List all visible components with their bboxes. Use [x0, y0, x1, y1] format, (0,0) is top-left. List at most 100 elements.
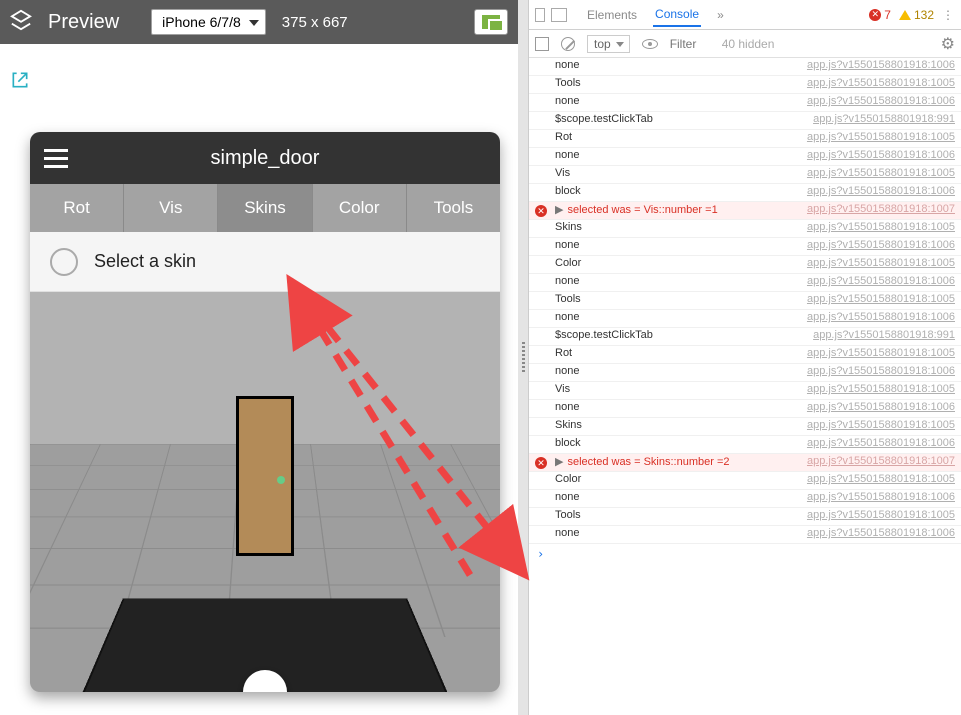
- source-link[interactable]: app.js?v1550158801918:1006: [807, 185, 955, 197]
- source-link[interactable]: app.js?v1550158801918:1005: [807, 77, 955, 89]
- console-prompt[interactable]: ›: [529, 544, 961, 564]
- source-link[interactable]: app.js?v1550158801918:1006: [807, 437, 955, 449]
- eye-icon[interactable]: [642, 39, 658, 49]
- filter-input[interactable]: [670, 37, 710, 51]
- console-row: noneapp.js?v1550158801918:1006: [529, 274, 961, 292]
- scene-3d[interactable]: [30, 292, 500, 692]
- tab-rot[interactable]: Rot: [30, 184, 124, 232]
- error-icon: ✕: [535, 205, 547, 217]
- preview-pane: Preview iPhone 6/7/8 375 x 667 simple_do…: [0, 0, 518, 715]
- source-link[interactable]: app.js?v1550158801918:1006: [807, 311, 955, 323]
- skin-row[interactable]: Select a skin: [30, 232, 500, 292]
- hidden-count: 40 hidden: [722, 37, 775, 51]
- console-row: Rotapp.js?v1550158801918:1005: [529, 346, 961, 364]
- device-toggle-icon[interactable]: [535, 8, 567, 22]
- tab-skins[interactable]: Skins: [218, 184, 312, 232]
- clone-button[interactable]: [474, 9, 508, 35]
- app-titlebar: simple_door: [30, 132, 500, 184]
- device-selector: iPhone 6/7/8 375 x 667: [151, 9, 348, 35]
- source-link[interactable]: app.js?v1550158801918:1005: [807, 383, 955, 395]
- context-dropdown[interactable]: top: [587, 35, 630, 53]
- radio-icon[interactable]: [50, 248, 78, 276]
- source-link[interactable]: app.js?v1550158801918:1007: [807, 203, 955, 215]
- source-link[interactable]: app.js?v1550158801918:1005: [807, 293, 955, 305]
- tab-vis[interactable]: Vis: [124, 184, 218, 232]
- tab-bar: RotVisSkinsColorTools: [30, 184, 500, 232]
- source-link[interactable]: app.js?v1550158801918:1006: [807, 239, 955, 251]
- console-body[interactable]: noneapp.js?v1550158801918:1006Toolsapp.j…: [529, 58, 961, 715]
- console-row: noneapp.js?v1550158801918:1006: [529, 58, 961, 76]
- device-dimensions: 375 x 667: [282, 14, 348, 31]
- console-row: Toolsapp.js?v1550158801918:1005: [529, 508, 961, 526]
- door-model[interactable]: [236, 396, 294, 556]
- clear-console-icon[interactable]: [561, 37, 575, 51]
- source-link[interactable]: app.js?v1550158801918:1005: [807, 473, 955, 485]
- skin-label: Select a skin: [94, 251, 196, 272]
- console-row: ✕▶selected was = Skins::number =2app.js?…: [529, 454, 961, 472]
- error-count[interactable]: ✕7: [869, 8, 891, 22]
- source-link[interactable]: app.js?v1550158801918:991: [813, 113, 955, 125]
- console-row: Rotapp.js?v1550158801918:1005: [529, 130, 961, 148]
- console-row: Visapp.js?v1550158801918:1005: [529, 382, 961, 400]
- source-link[interactable]: app.js?v1550158801918:1007: [807, 455, 955, 467]
- source-link[interactable]: app.js?v1550158801918:1006: [807, 527, 955, 539]
- device-dropdown[interactable]: iPhone 6/7/8: [151, 9, 266, 35]
- console-row: noneapp.js?v1550158801918:1006: [529, 400, 961, 418]
- preview-title: Preview: [48, 11, 119, 34]
- console-row: blockapp.js?v1550158801918:1006: [529, 436, 961, 454]
- source-link[interactable]: app.js?v1550158801918:1005: [807, 167, 955, 179]
- phone-preview: simple_door RotVisSkinsColorTools Select…: [30, 132, 500, 692]
- source-link[interactable]: app.js?v1550158801918:1006: [807, 149, 955, 161]
- tab-color[interactable]: Color: [313, 184, 407, 232]
- tab-elements[interactable]: Elements: [585, 4, 639, 26]
- source-link[interactable]: app.js?v1550158801918:1005: [807, 131, 955, 143]
- source-link[interactable]: app.js?v1550158801918:1005: [807, 419, 955, 431]
- console-row: Colorapp.js?v1550158801918:1005: [529, 472, 961, 490]
- kebab-icon[interactable]: ⋮: [942, 8, 955, 22]
- source-link[interactable]: app.js?v1550158801918:1006: [807, 59, 955, 71]
- console-row: noneapp.js?v1550158801918:1006: [529, 148, 961, 166]
- layers-icon: [10, 9, 32, 36]
- app-title: simple_door: [30, 147, 500, 170]
- console-row: Colorapp.js?v1550158801918:1005: [529, 256, 961, 274]
- source-link[interactable]: app.js?v1550158801918:1005: [807, 221, 955, 233]
- devtools-tabs: Elements Console » ✕7 132 ⋮: [529, 0, 961, 30]
- preview-toolbar: Preview iPhone 6/7/8 375 x 667: [0, 0, 518, 44]
- console-row: blockapp.js?v1550158801918:1006: [529, 184, 961, 202]
- source-link[interactable]: app.js?v1550158801918:991: [813, 329, 955, 341]
- console-row: Skinsapp.js?v1550158801918:1005: [529, 220, 961, 238]
- source-link[interactable]: app.js?v1550158801918:1006: [807, 491, 955, 503]
- console-row: Visapp.js?v1550158801918:1005: [529, 166, 961, 184]
- console-row: Toolsapp.js?v1550158801918:1005: [529, 76, 961, 94]
- console-row: ✕▶selected was = Vis::number =1app.js?v1…: [529, 202, 961, 220]
- console-row: noneapp.js?v1550158801918:1006: [529, 364, 961, 382]
- console-row: Skinsapp.js?v1550158801918:1005: [529, 418, 961, 436]
- more-tabs-icon[interactable]: »: [717, 8, 724, 22]
- popout-icon[interactable]: [10, 70, 30, 95]
- console-row: $scope.testClickTabapp.js?v1550158801918…: [529, 112, 961, 130]
- source-link[interactable]: app.js?v1550158801918:1006: [807, 95, 955, 107]
- error-icon: ✕: [535, 457, 547, 469]
- tab-tools[interactable]: Tools: [407, 184, 500, 232]
- warning-count[interactable]: 132: [899, 8, 934, 22]
- source-link[interactable]: app.js?v1550158801918:1005: [807, 347, 955, 359]
- console-row: noneapp.js?v1550158801918:1006: [529, 94, 961, 112]
- source-link[interactable]: app.js?v1550158801918:1006: [807, 401, 955, 413]
- console-row: $scope.testClickTabapp.js?v1550158801918…: [529, 328, 961, 346]
- console-row: Toolsapp.js?v1550158801918:1005: [529, 292, 961, 310]
- devtools: Elements Console » ✕7 132 ⋮ top 40 hidde…: [528, 0, 961, 715]
- console-row: noneapp.js?v1550158801918:1006: [529, 310, 961, 328]
- play-icon[interactable]: [535, 37, 549, 51]
- source-link[interactable]: app.js?v1550158801918:1006: [807, 365, 955, 377]
- source-link[interactable]: app.js?v1550158801918:1006: [807, 275, 955, 287]
- device-name: iPhone 6/7/8: [162, 14, 241, 30]
- source-link[interactable]: app.js?v1550158801918:1005: [807, 509, 955, 521]
- console-row: noneapp.js?v1550158801918:1006: [529, 490, 961, 508]
- gear-icon[interactable]: ⚙: [941, 34, 955, 54]
- source-link[interactable]: app.js?v1550158801918:1005: [807, 257, 955, 269]
- splitter[interactable]: [518, 0, 528, 715]
- tab-console[interactable]: Console: [653, 3, 701, 27]
- console-row: noneapp.js?v1550158801918:1006: [529, 238, 961, 256]
- console-row: noneapp.js?v1550158801918:1006: [529, 526, 961, 544]
- console-toolbar: top 40 hidden ⚙: [529, 30, 961, 58]
